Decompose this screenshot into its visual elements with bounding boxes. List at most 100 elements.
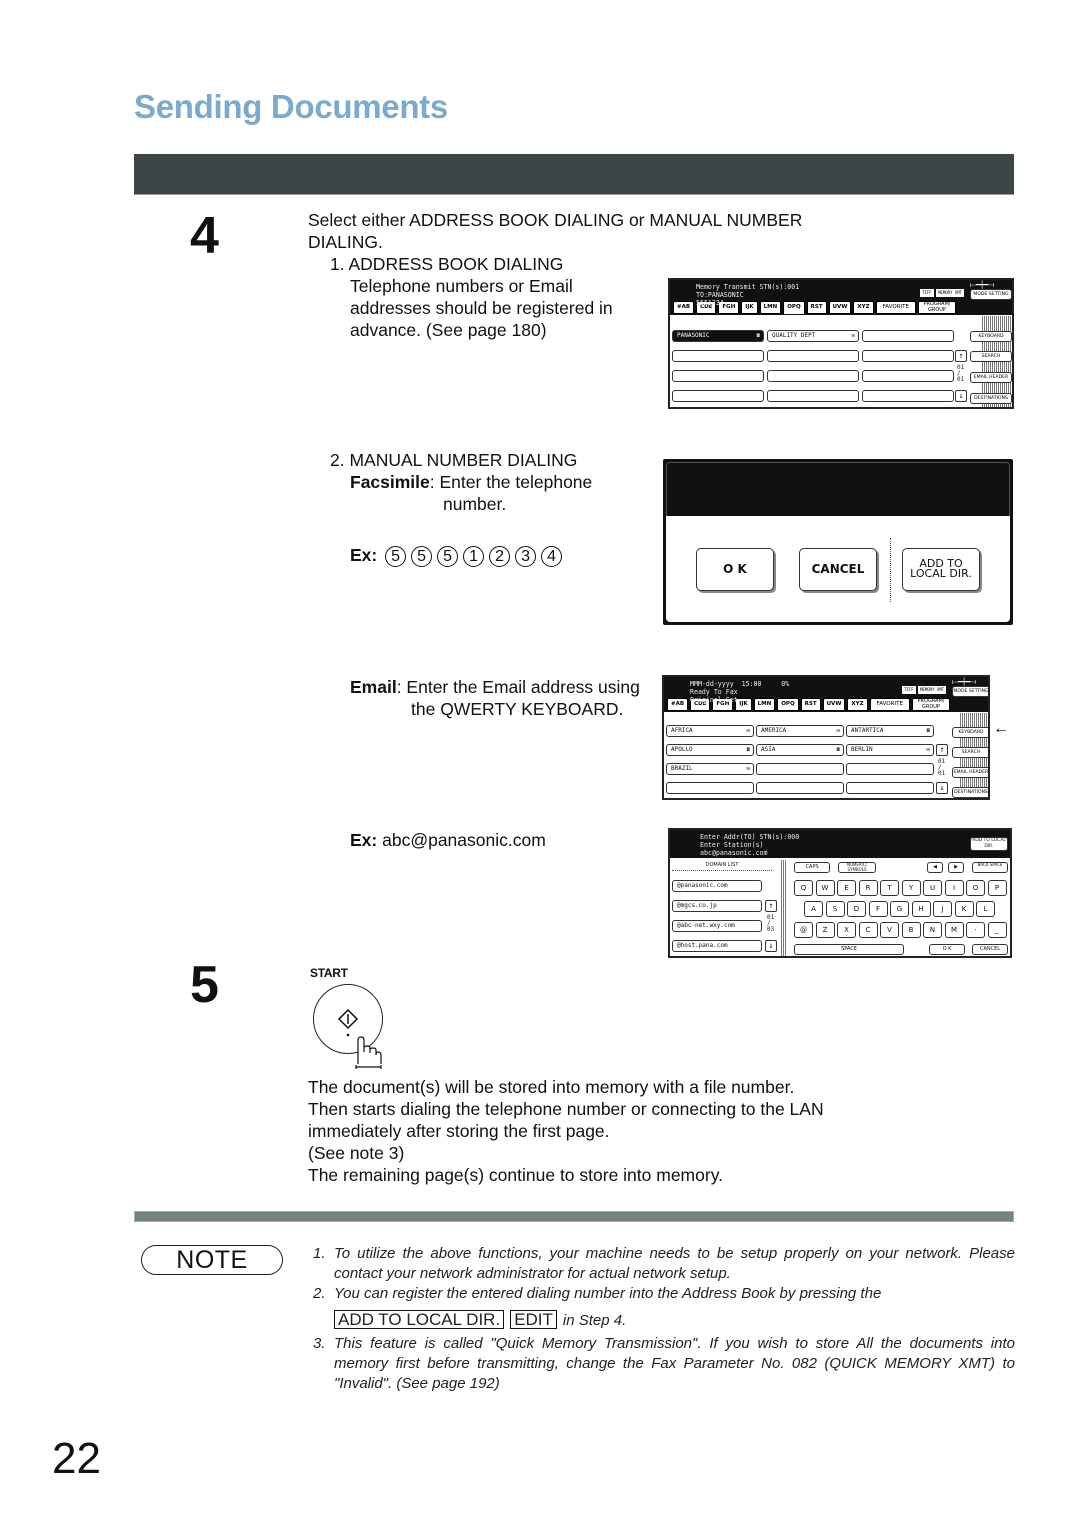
note-label: NOTE xyxy=(141,1245,283,1275)
key[interactable]: U xyxy=(923,880,942,896)
caps-button[interactable]: CAPS xyxy=(794,862,830,873)
entry-empty[interactable] xyxy=(862,330,954,342)
backspace-button[interactable]: BACK SPACE xyxy=(972,862,1008,873)
domain-item[interactable]: @panasonic.com xyxy=(672,880,762,892)
domain-item[interactable]: @host.pana.com xyxy=(672,940,762,952)
key[interactable]: D xyxy=(847,901,866,917)
entry-asia[interactable]: ASIA ☎ xyxy=(756,744,844,756)
entry-empty[interactable] xyxy=(672,390,764,402)
entry-empty[interactable] xyxy=(672,350,764,362)
email-text-2: the QWERTY KEYBOARD. xyxy=(411,699,624,719)
destinations-button[interactable]: DESTINATIONS xyxy=(952,787,988,798)
key[interactable]: A xyxy=(804,901,823,917)
key[interactable]: I xyxy=(944,880,964,896)
scroll-down-button[interactable]: ↓ xyxy=(936,782,948,794)
entry-apollo[interactable]: APOLLO ☎ xyxy=(666,744,754,756)
entry-name: BRAZIL xyxy=(671,765,693,772)
key[interactable]: M xyxy=(944,922,964,938)
entry-empty[interactable] xyxy=(756,763,844,775)
key[interactable]: S xyxy=(825,901,845,917)
key[interactable]: Y xyxy=(901,880,921,896)
domain-item[interactable]: @abc-net.wxy.com xyxy=(672,920,762,932)
entry-panasonic[interactable]: PANASONIC ☎ xyxy=(672,330,764,342)
search-button[interactable]: SEARCH xyxy=(970,351,1012,362)
entry-empty[interactable] xyxy=(756,782,844,794)
key[interactable]: T xyxy=(880,880,899,896)
keyboard-button[interactable]: KEYBOARD xyxy=(970,331,1012,342)
entry-antartica[interactable]: ANTARTICA ☎ xyxy=(846,725,934,737)
entry-africa[interactable]: AFRICA ✉ xyxy=(666,725,754,737)
mode-setting-button[interactable]: MODE SETTING xyxy=(970,289,1012,300)
mode-setting-button[interactable]: MODE SETTING xyxy=(952,686,988,697)
key[interactable]: Z xyxy=(815,922,835,938)
button-label: LOCAL DIR. xyxy=(910,567,972,580)
destinations-button[interactable]: DESTINATIONS xyxy=(970,393,1012,404)
entry-brazil[interactable]: BRAZIL ✉ xyxy=(666,763,754,775)
key[interactable]: R xyxy=(858,880,878,896)
scroll-up-button[interactable]: ↑ xyxy=(765,900,777,912)
entry-america[interactable]: AMERICA ✉ xyxy=(756,725,844,737)
entry-empty[interactable] xyxy=(862,370,954,382)
ok-button[interactable]: O K xyxy=(696,548,774,591)
key[interactable]: _ xyxy=(987,922,1007,938)
key[interactable]: X xyxy=(837,922,856,938)
screen-status: MMM-dd-yyyy 15:00 0% Ready To Fax Origin… xyxy=(664,677,988,704)
add-to-local-dir-button[interactable]: ADD TO LOCAL DIR. xyxy=(970,837,1008,851)
cursor-right-button[interactable]: ▶ xyxy=(948,862,964,873)
scroll-down-button[interactable]: ↓ xyxy=(765,940,777,952)
key[interactable]: O xyxy=(966,880,985,896)
keyboard-button[interactable]: KEYBOARD xyxy=(952,727,988,738)
key[interactable]: F xyxy=(868,901,888,917)
key[interactable]: W xyxy=(815,880,835,896)
key[interactable]: J xyxy=(933,901,952,917)
tab-ab[interactable]: #AB xyxy=(673,301,695,314)
cancel-button[interactable]: CANCEL xyxy=(799,548,877,591)
email-header-button[interactable]: EMAIL HEADER xyxy=(970,372,1012,383)
key[interactable]: C xyxy=(858,922,878,938)
entry-berlin[interactable]: BERLIN ✉ xyxy=(846,744,934,756)
key[interactable]: K xyxy=(954,901,974,917)
key[interactable]: B xyxy=(901,922,921,938)
key[interactable]: V xyxy=(880,922,899,938)
key[interactable]: P xyxy=(987,880,1007,896)
dialog-buttons-area: O K CANCEL ADD TO LOCAL DIR. xyxy=(666,516,1010,622)
entry-empty[interactable] xyxy=(862,390,954,402)
scroll-up-button[interactable]: ↑ xyxy=(936,744,948,756)
key[interactable]: H xyxy=(911,901,931,917)
entry-name: AMERICA xyxy=(761,727,787,734)
ok-button[interactable]: O K xyxy=(929,944,965,955)
entry-empty[interactable] xyxy=(846,782,934,794)
cancel-button[interactable]: CANCEL xyxy=(972,944,1008,955)
entry-empty[interactable] xyxy=(767,370,859,382)
scroll-down-button[interactable]: ↓ xyxy=(955,390,967,402)
key[interactable]: N xyxy=(923,922,942,938)
key[interactable]: @ xyxy=(794,922,813,938)
entry-empty[interactable] xyxy=(666,782,754,794)
entry-empty[interactable] xyxy=(846,763,934,775)
key[interactable]: · xyxy=(966,922,985,938)
number-display xyxy=(666,462,1010,516)
scroll-up-button[interactable]: ↑ xyxy=(955,350,967,362)
tab-ab[interactable]: #AB xyxy=(667,698,689,711)
entry-empty[interactable] xyxy=(767,350,859,362)
manual-dial-screen: O K CANCEL ADD TO LOCAL DIR. xyxy=(663,459,1013,625)
domain-item[interactable]: @mgcs.co.jp xyxy=(672,900,762,912)
key[interactable]: E xyxy=(837,880,856,896)
ex-label: Ex: xyxy=(350,545,378,565)
entry-name: ASIA xyxy=(761,746,776,753)
email-header-button[interactable]: EMAIL HEADER xyxy=(952,767,988,778)
entry-quality-dept[interactable]: QUALITY DEPT ✉ xyxy=(767,330,859,342)
key[interactable]: G xyxy=(890,901,909,917)
page-number: 22 xyxy=(52,1434,101,1483)
numeric-symbols-button[interactable]: NUMERIC/ SYMBOLS xyxy=(838,862,876,873)
key[interactable]: Q xyxy=(794,880,813,896)
entry-empty[interactable] xyxy=(767,390,859,402)
key[interactable]: L xyxy=(976,901,995,917)
cursor-left-button[interactable]: ◀ xyxy=(927,862,943,873)
step5-line: (See note 3) xyxy=(308,1143,405,1163)
entry-empty[interactable] xyxy=(862,350,954,362)
search-button[interactable]: SEARCH xyxy=(952,747,988,758)
entry-empty[interactable] xyxy=(672,370,764,382)
space-button[interactable]: SPACE xyxy=(794,944,904,955)
add-to-local-dir-button[interactable]: ADD TO LOCAL DIR. xyxy=(902,548,980,591)
